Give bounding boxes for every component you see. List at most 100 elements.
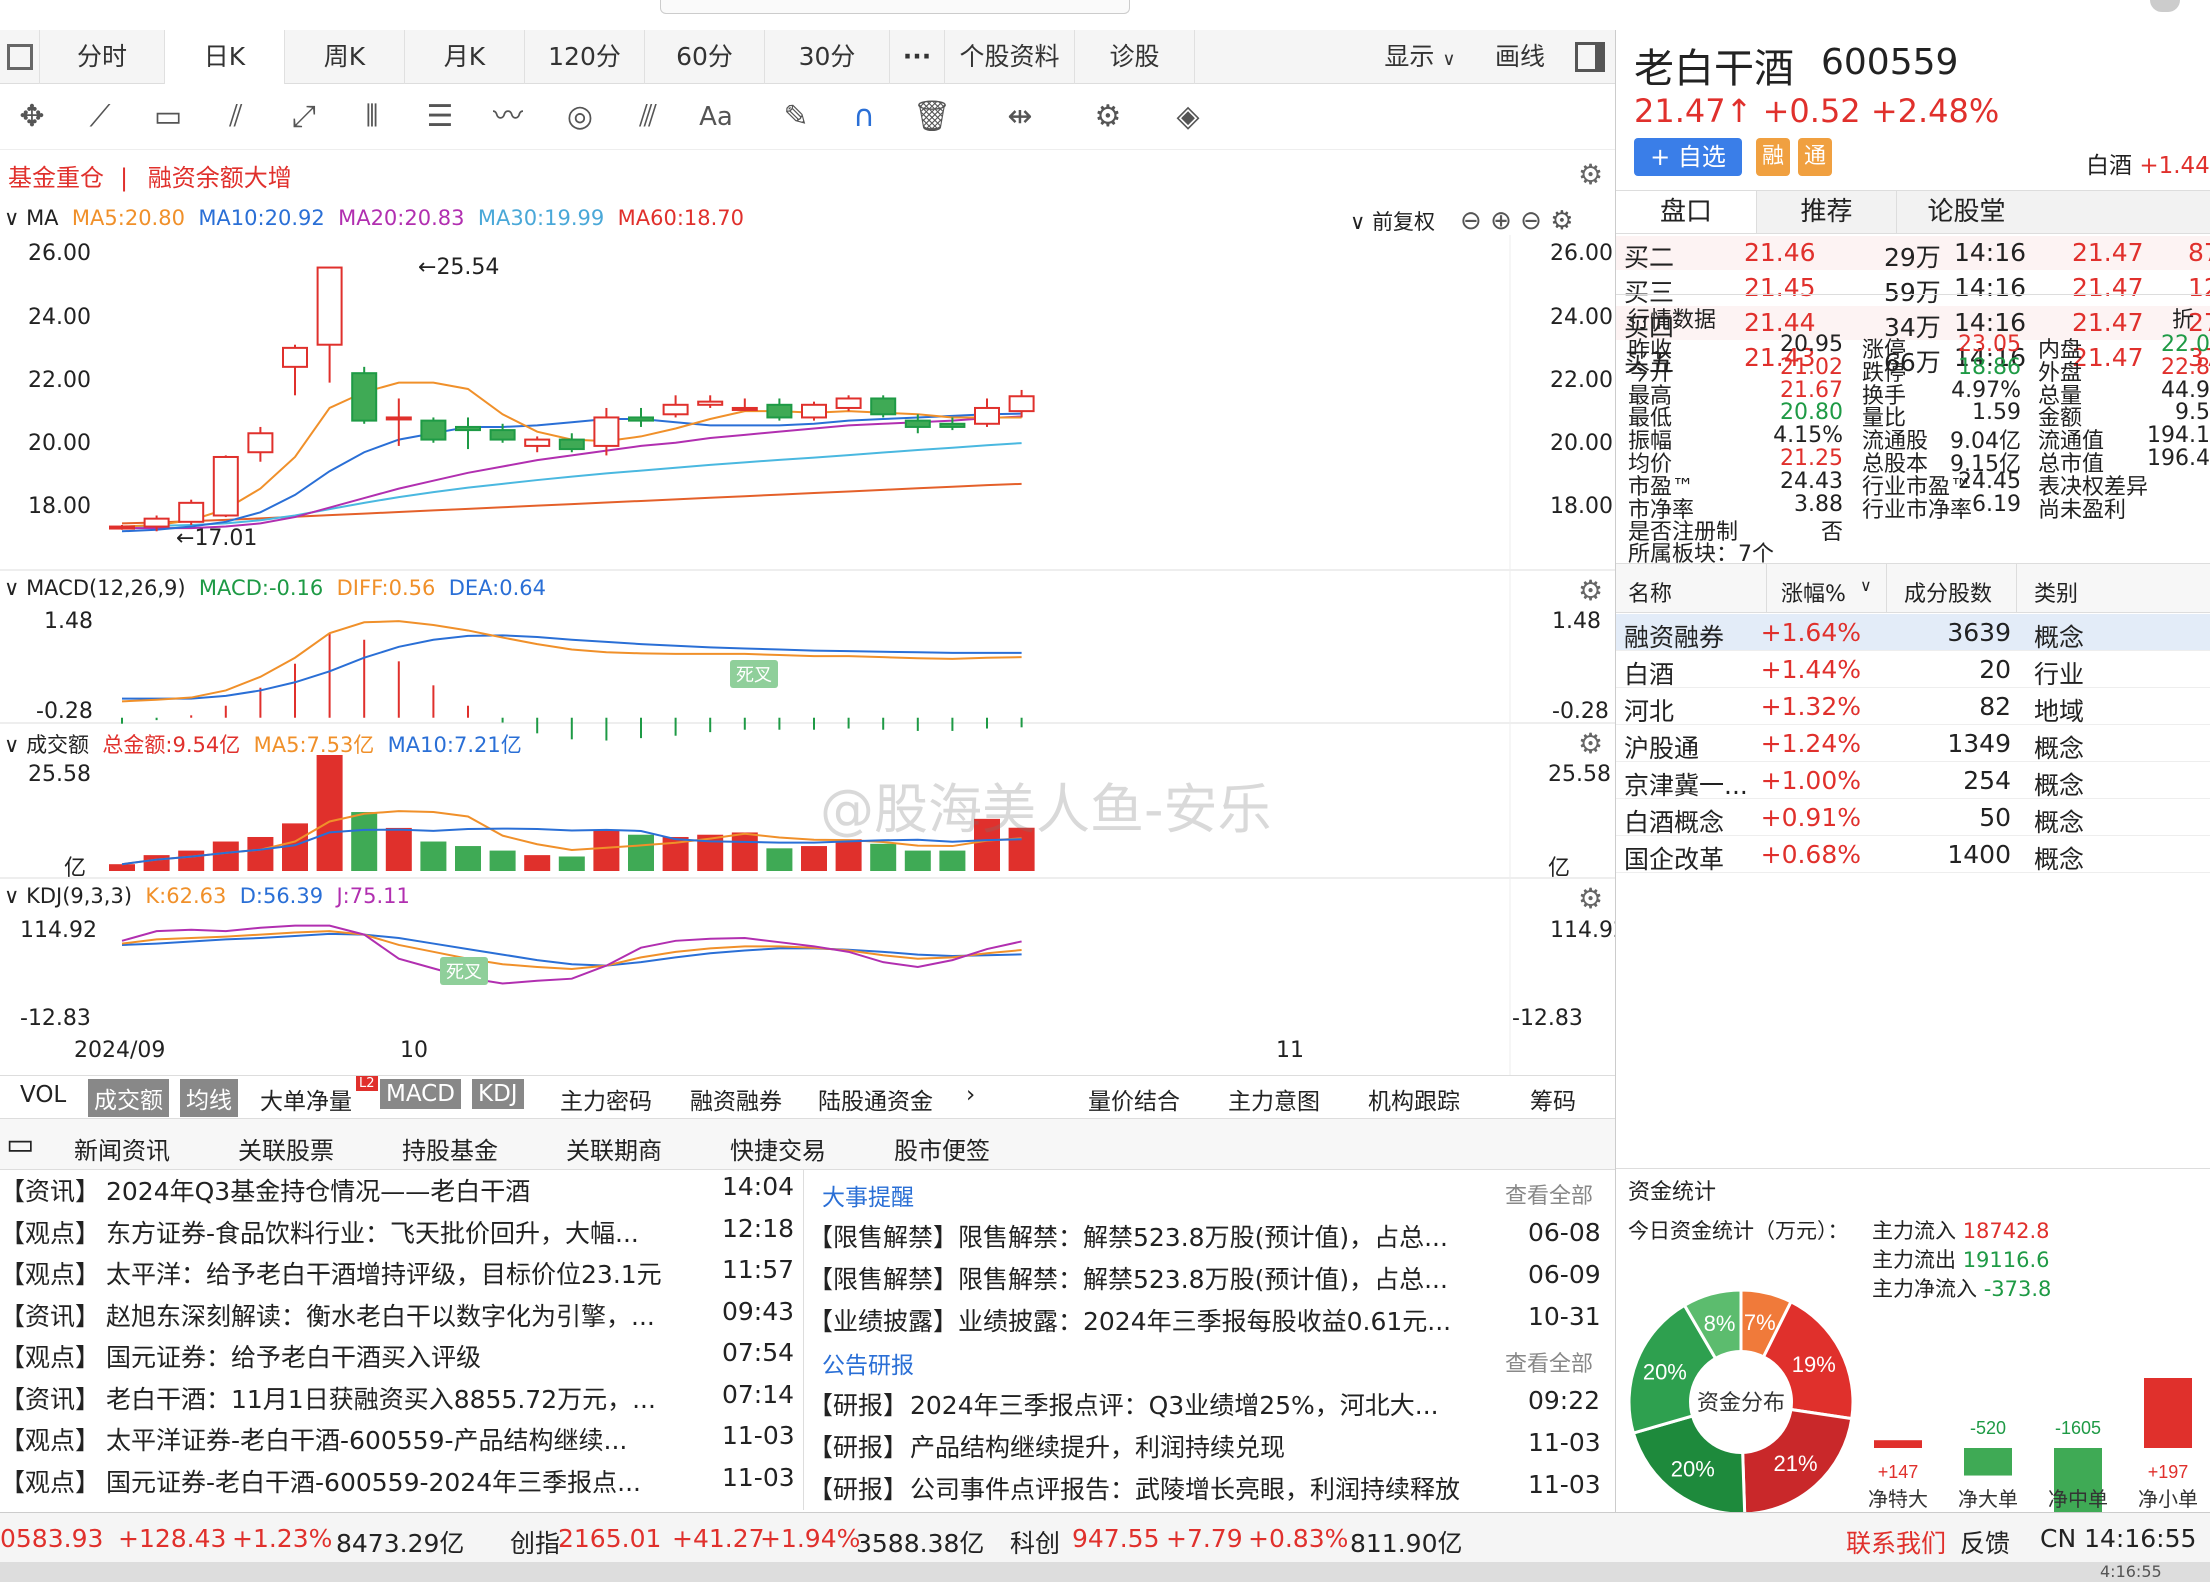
- sidebar-toggle-icon[interactable]: [0, 29, 40, 84]
- contact-link[interactable]: 联系我们: [1846, 1524, 1946, 1560]
- draw-line-button[interactable]: 画线: [1475, 30, 1565, 84]
- events-view-all[interactable]: 查看全部: [1505, 1178, 1593, 1210]
- line-tool-icon[interactable]: ⟋: [80, 98, 120, 136]
- event-text[interactable]: 限售解禁：解禁523.8万股(预计值)，占总...: [958, 1218, 1448, 1254]
- event-text[interactable]: 2024年三季报点评：Q3业绩增25%，河北大...: [910, 1386, 1439, 1422]
- sector-row[interactable]: 白酒 +1.44% 20 行业: [1616, 651, 2210, 689]
- news-tab-related[interactable]: 关联股票: [238, 1131, 334, 1166]
- news-headline[interactable]: 国元证券：给予老白干酒买入评级: [106, 1338, 481, 1374]
- chevron-down-icon[interactable]: ∨: [4, 884, 19, 908]
- ind-tab-chips[interactable]: 筹码: [1530, 1082, 1576, 1116]
- settings-gear-icon[interactable]: ⚙: [1578, 574, 1603, 607]
- sort-desc-icon[interactable]: ∨: [1860, 576, 1872, 595]
- news-tab-news[interactable]: 新闻资讯: [74, 1131, 170, 1166]
- ind-tab-institution[interactable]: 机构跟踪: [1368, 1082, 1460, 1116]
- settings-gear-icon[interactable]: ⚙: [1578, 882, 1603, 915]
- news-tab-funds[interactable]: 持股基金: [402, 1131, 498, 1166]
- ind-tab-margin[interactable]: 融资融券: [690, 1082, 782, 1116]
- eraser-icon[interactable]: ✎: [776, 98, 816, 136]
- feedback-link[interactable]: 反馈: [1960, 1524, 2010, 1560]
- kline-chart[interactable]: [0, 235, 1615, 1075]
- add-watchlist-button[interactable]: + 自选: [1634, 138, 1742, 176]
- settings-gear-icon[interactable]: ⚙: [1578, 727, 1603, 760]
- magnet-icon[interactable]: ∩: [844, 98, 884, 136]
- col-pct[interactable]: 涨幅%: [1781, 576, 1846, 608]
- layers-icon[interactable]: ◈: [1168, 98, 1208, 136]
- chevron-down-icon[interactable]: ∨: [4, 733, 19, 757]
- panel-toggle-icon[interactable]: [1565, 30, 1615, 84]
- ind-tab-main-code[interactable]: 主力密码: [560, 1082, 652, 1116]
- settings-gear-icon[interactable]: ⚙: [1088, 98, 1128, 136]
- adjust-dropdown[interactable]: ∨ 前复权: [1350, 206, 1435, 236]
- ind-tab-bigorder[interactable]: 大单净量: [260, 1082, 352, 1116]
- quote-fold[interactable]: 折: [2172, 302, 2194, 334]
- settings-gear-icon[interactable]: ⚙: [1550, 206, 1573, 236]
- sector-quick[interactable]: 白酒 +1.44: [2086, 146, 2210, 180]
- display-dropdown[interactable]: 显示 ∨: [1365, 30, 1475, 84]
- news-tab-notes[interactable]: 股市便签: [894, 1131, 990, 1166]
- news-tab-trade[interactable]: 快捷交易: [730, 1131, 826, 1166]
- tab-more[interactable]: ···: [890, 29, 945, 84]
- reports-view-all[interactable]: 查看全部: [1505, 1346, 1593, 1378]
- news-headline[interactable]: 国元证券-老白干酒-600559-2024年三季报点...: [106, 1463, 641, 1499]
- news-headline[interactable]: 太平洋：给予老白干酒增持评级，目标价位23.1元: [106, 1255, 662, 1291]
- fib-tool-icon[interactable]: ☰: [420, 98, 460, 136]
- zoom-out-icon[interactable]: ⊖: [1460, 206, 1482, 236]
- gann-tool-icon[interactable]: ⫻: [628, 98, 668, 136]
- wave-tool-icon[interactable]: 〰: [488, 98, 528, 136]
- move-cross-icon[interactable]: ✥: [12, 98, 52, 136]
- ind-tab-vol[interactable]: VOL: [20, 1082, 66, 1108]
- sector-row[interactable]: 融资融券 +1.64% 3639 概念: [1616, 614, 2210, 652]
- ind-tab-amount[interactable]: 成交额: [88, 1079, 169, 1117]
- tag-margin-increase[interactable]: 融资余额大增: [148, 164, 292, 192]
- collapse-icon[interactable]: ▭: [6, 1127, 34, 1162]
- tab-recommend[interactable]: 推荐: [1756, 191, 1896, 233]
- period-line-icon[interactable]: ⦀: [352, 98, 392, 136]
- chevron-down-icon[interactable]: ∨: [4, 576, 19, 600]
- sector-row[interactable]: 国企改革 +0.68% 1400 概念: [1616, 836, 2210, 874]
- fan-tool-icon[interactable]: ⫽: [216, 98, 256, 136]
- news-headline[interactable]: 老白干酒：11月1日获融资买入8855.72万元，...: [106, 1380, 656, 1416]
- channel-tool-icon[interactable]: ⤢: [284, 98, 324, 136]
- window-control-partial[interactable]: [2150, 0, 2180, 12]
- zoom-in-icon[interactable]: ⊕: [1490, 206, 1512, 236]
- ind-tab-intent[interactable]: 主力意图: [1228, 1082, 1320, 1116]
- news-headline[interactable]: 赵旭东深刻解读：衡水老白干以数字化为引擎，...: [106, 1297, 655, 1333]
- ind-tab-kdj[interactable]: KDJ: [472, 1079, 524, 1109]
- chevron-down-icon[interactable]: ∨: [4, 206, 19, 230]
- ind-tab-volprice[interactable]: 量价结合: [1088, 1082, 1180, 1116]
- sector-row[interactable]: 河北 +1.32% 82 地域: [1616, 688, 2210, 726]
- event-text[interactable]: 公司事件点评报告：武陵增长亮眼，利润持续释放: [910, 1470, 1460, 1506]
- text-tool-icon[interactable]: Aa: [696, 98, 736, 136]
- rect-tool-icon[interactable]: ▭: [148, 98, 188, 136]
- ind-tab-macd[interactable]: MACD: [380, 1079, 461, 1109]
- event-text[interactable]: 限售解禁：解禁523.8万股(预计值)，占总...: [958, 1260, 1448, 1296]
- tab-stock-info[interactable]: 个股资料: [945, 29, 1075, 84]
- tab-forum[interactable]: 论股堂: [1896, 191, 2036, 233]
- news-headline[interactable]: 太平洋证券-老白干酒-600559-产品结构继续...: [106, 1421, 627, 1457]
- news-headline[interactable]: 2024年Q3基金持仓情况——老白干酒: [106, 1172, 530, 1208]
- news-headline[interactable]: 东方证券-食品饮料行业：飞天批价回升，大幅...: [106, 1214, 639, 1250]
- event-text[interactable]: 业绩披露：2024年三季报每股收益0.61元...: [958, 1302, 1451, 1338]
- search-box-partial[interactable]: [660, 0, 1130, 14]
- tab-weekly-k[interactable]: 周K: [285, 29, 405, 84]
- news-tab-futures[interactable]: 关联期商: [566, 1131, 662, 1166]
- tab-fenshi[interactable]: 分时: [40, 29, 165, 84]
- split-icon[interactable]: ⇹: [1000, 98, 1040, 136]
- tab-60min[interactable]: 60分: [645, 29, 765, 84]
- ind-tab-hk-flow[interactable]: 陆股通资金: [818, 1082, 933, 1116]
- sector-row[interactable]: 京津冀一... +1.00% 254 概念: [1616, 762, 2210, 800]
- event-text[interactable]: 产品结构继续提升，利润持续兑现: [910, 1428, 1285, 1464]
- tab-30min[interactable]: 30分: [765, 29, 890, 84]
- tag-fund-heavy[interactable]: 基金重仓: [8, 164, 104, 192]
- zoom-reset-icon[interactable]: ⊖: [1520, 206, 1542, 236]
- sector-row[interactable]: 白酒概念 +0.91% 50 概念: [1616, 799, 2210, 837]
- ind-tab-ma[interactable]: 均线: [180, 1079, 238, 1117]
- tab-diagnose[interactable]: 诊股: [1075, 29, 1195, 84]
- sector-row[interactable]: 沪股通 +1.24% 1349 概念: [1616, 725, 2210, 763]
- tab-orderbook[interactable]: 盘口: [1616, 191, 1756, 233]
- trash-icon[interactable]: 🗑: [912, 98, 952, 136]
- chevron-right-icon[interactable]: ›: [966, 1082, 975, 1108]
- tab-monthly-k[interactable]: 月K: [405, 29, 525, 84]
- cycle-tool-icon[interactable]: ◎: [560, 98, 600, 136]
